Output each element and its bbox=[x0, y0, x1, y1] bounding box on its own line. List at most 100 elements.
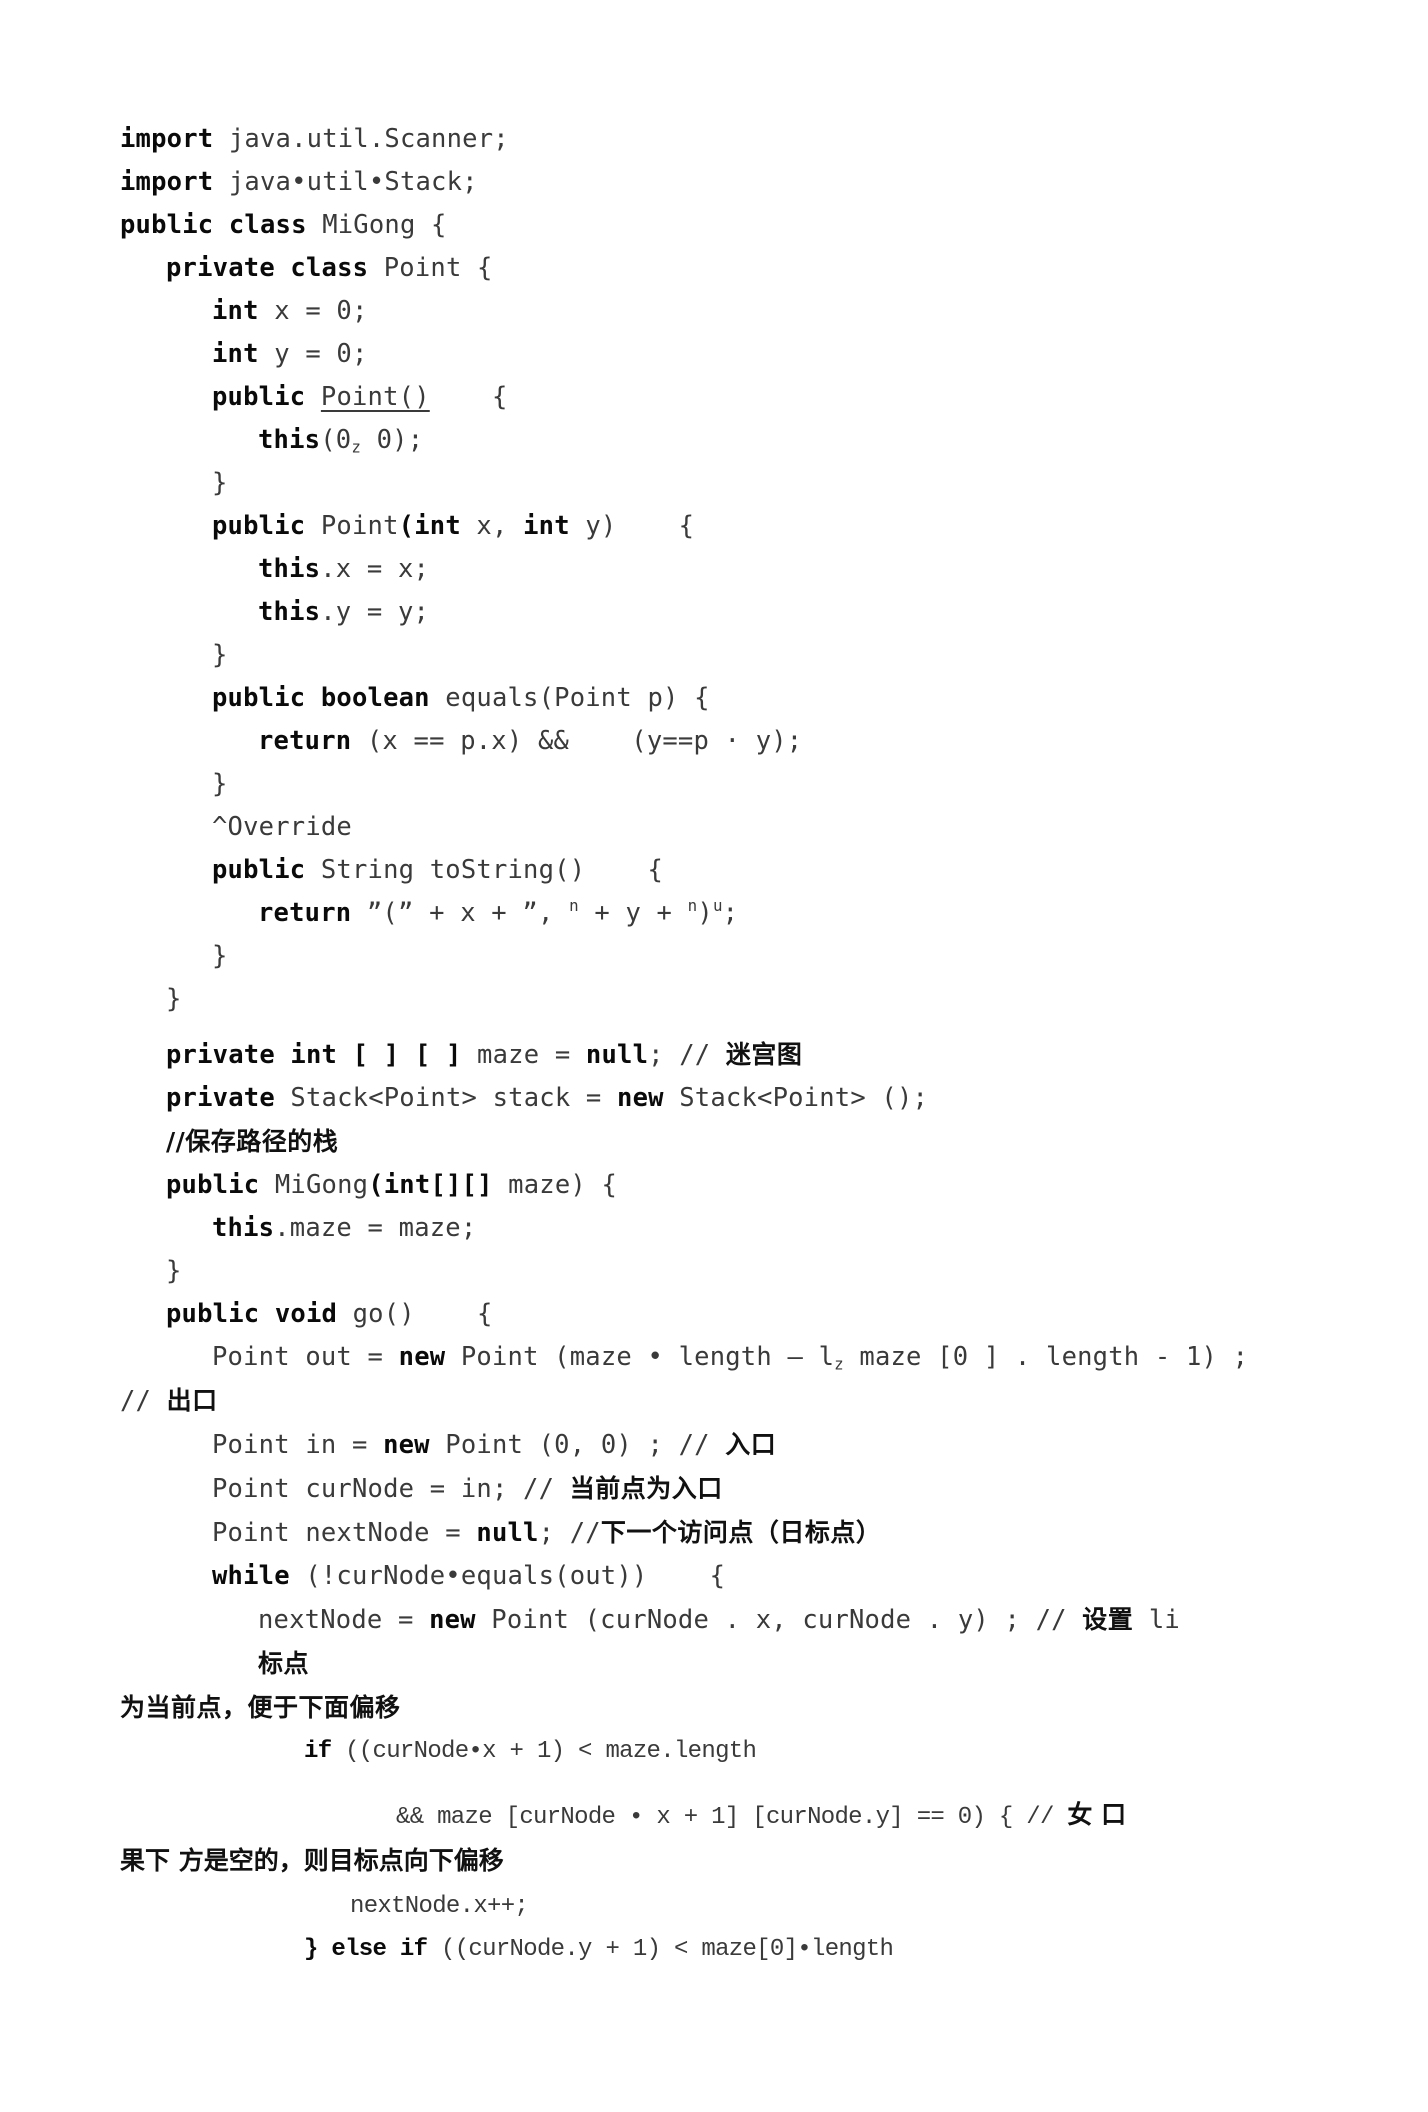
code-text: .y = y; bbox=[320, 597, 430, 627]
code-text: + y + bbox=[578, 898, 688, 928]
keyword-import: import bbox=[120, 167, 214, 197]
code-line-if-condition: if ((curNode•x + 1) < maze.length bbox=[120, 1730, 1308, 1773]
code-text: maze = bbox=[461, 1040, 586, 1070]
code-text: MiGong bbox=[259, 1170, 369, 1200]
document-page: import java.util.Scanner; import java•ut… bbox=[0, 0, 1428, 2112]
keyword-this: this bbox=[258, 554, 321, 584]
code-text: nextNode = bbox=[258, 1605, 430, 1635]
code-text: } bbox=[166, 1256, 182, 1286]
keyword-this: this bbox=[212, 1213, 275, 1243]
code-line-nextnode-x-increment: nextNode.x++; bbox=[120, 1885, 1308, 1928]
code-text: (!curNode•equals(out)) { bbox=[289, 1561, 726, 1591]
keyword-int: int bbox=[212, 339, 259, 369]
ocr-subscript-artifact: z bbox=[834, 1354, 844, 1374]
code-text: && maze [curNode • x + 1] [curNode.y] ==… bbox=[396, 1804, 1068, 1831]
code-text: nextNode.x++; bbox=[350, 1893, 529, 1920]
keyword-int: int bbox=[212, 296, 259, 326]
code-line-close-inner-class: } bbox=[120, 978, 1308, 1021]
code-text: maze) { bbox=[492, 1170, 618, 1200]
code-text: li bbox=[1133, 1605, 1180, 1635]
code-text: } bbox=[212, 468, 228, 498]
code-line-comment-path-stack: //保存路径的栈 bbox=[120, 1120, 1308, 1164]
keyword-else-if: } else if bbox=[304, 1936, 428, 1963]
code-line-nextnode-assign: nextNode = new Point (curNode . x, curNo… bbox=[120, 1598, 1308, 1642]
code-text: y) { bbox=[569, 511, 695, 541]
code-text: ; bbox=[722, 898, 739, 928]
code-text: ; // bbox=[538, 1518, 601, 1548]
code-line-comment-wrap-current-point: 为当前点，便于下面偏移 bbox=[120, 1686, 1308, 1730]
code-line-assign-this-x: this.x = x; bbox=[120, 548, 1308, 591]
code-line-comment-wrap-below-empty: 果下 方是空的，则目标点向下偏移 bbox=[120, 1839, 1308, 1885]
code-line-point-in: Point in = new Point (0, 0) ; // 入口 bbox=[120, 1423, 1308, 1467]
code-line-if-condition-continued: && maze [curNode • x + 1] [curNode.y] ==… bbox=[120, 1793, 1308, 1839]
code-text: ; // bbox=[648, 1040, 726, 1070]
code-text: Point (0, 0) ; // bbox=[429, 1430, 726, 1460]
keyword-int-array-param: (int[][] bbox=[368, 1170, 493, 1200]
code-text: String toString() { bbox=[305, 855, 664, 885]
code-text: Point (curNode . x, curNode . y) ; // bbox=[475, 1605, 1083, 1635]
code-line-comment-exit: // 出口 bbox=[120, 1379, 1308, 1423]
ocr-superscript-artifact: n bbox=[687, 896, 698, 916]
code-line-override-annotation: ^Override bbox=[120, 806, 1308, 849]
code-text: equals(Point p) { bbox=[429, 683, 710, 713]
chinese-comment-maze-map: 迷宫图 bbox=[725, 1040, 803, 1069]
code-text: ((curNode•x + 1) < maze.length bbox=[331, 1738, 757, 1765]
code-text: Point bbox=[305, 511, 399, 541]
code-text: Point in = bbox=[212, 1430, 384, 1460]
keyword-new: new bbox=[617, 1083, 664, 1113]
code-line-ctor-point-nullary: public Point() { bbox=[120, 376, 1308, 419]
keyword-null: null bbox=[585, 1040, 649, 1070]
code-line-field-stack: private Stack<Point> stack = new Stack<P… bbox=[120, 1077, 1308, 1120]
code-line-else-if: } else if ((curNode.y + 1) < maze[0]•len… bbox=[120, 1928, 1308, 1971]
code-line-ctor-migong: public MiGong(int[][] maze) { bbox=[120, 1164, 1308, 1207]
code-text: java.util.Scanner; bbox=[213, 124, 509, 154]
chinese-comment-for-current-point-offset: 为当前点，便于下面偏移 bbox=[120, 1693, 401, 1722]
code-line-this-call: this(0z 0); bbox=[120, 419, 1308, 462]
code-text: x, bbox=[460, 511, 524, 541]
code-line-assign-this-y: this.y = y; bbox=[120, 591, 1308, 634]
chinese-comment-exit: 出口 bbox=[166, 1386, 218, 1415]
code-line-ctor-point-xy: public Point(int x, int y) { bbox=[120, 505, 1308, 548]
keyword-int-param: (int bbox=[398, 511, 461, 541]
keyword-int-param2: int bbox=[523, 511, 570, 541]
code-text: Point curNode = in; // bbox=[212, 1474, 570, 1504]
keyword-public-class: public class bbox=[120, 210, 307, 240]
code-text: .maze = maze; bbox=[274, 1213, 477, 1243]
keyword-new: new bbox=[383, 1430, 430, 1460]
keyword-public: public bbox=[166, 1170, 260, 1200]
annotation-override: ^Override bbox=[212, 812, 352, 842]
chinese-comment-if-fragment: 女 口 bbox=[1067, 1800, 1127, 1829]
code-line-close-brace: } bbox=[120, 634, 1308, 677]
code-line-field-x: int x = 0; bbox=[120, 290, 1308, 333]
code-text: Point { bbox=[368, 253, 493, 283]
code-line-class-decl: public class MiGong { bbox=[120, 204, 1308, 247]
code-line-close-brace: } bbox=[120, 935, 1308, 978]
chinese-comment-current-is-entrance: 当前点为入口 bbox=[569, 1474, 723, 1503]
code-text: MiGong { bbox=[306, 210, 447, 240]
keyword-new: new bbox=[398, 1342, 446, 1372]
code-text: } bbox=[212, 769, 228, 799]
ocr-superscript-artifact: n bbox=[569, 896, 579, 916]
code-line-inner-class-point: private class Point { bbox=[120, 247, 1308, 290]
keyword-new: new bbox=[429, 1605, 476, 1635]
code-text: } bbox=[166, 984, 182, 1014]
keyword-import: import bbox=[120, 124, 214, 154]
code-text: go() { bbox=[337, 1299, 493, 1329]
code-text: x = 0; bbox=[258, 296, 368, 326]
code-text: 0); bbox=[361, 425, 424, 455]
code-line-tostring-return: return ”(” + x + ”, n + y + n)u; bbox=[120, 892, 1308, 935]
keyword-while: while bbox=[212, 1561, 290, 1591]
code-text: // bbox=[120, 1386, 167, 1416]
chinese-comment-next-visit-point: 下一个访问点（日标点） bbox=[600, 1518, 882, 1547]
code-line-nextnode: Point nextNode = null; //下一个访问点（日标点） bbox=[120, 1511, 1308, 1555]
code-text: Point out = bbox=[212, 1342, 399, 1372]
code-text: } bbox=[212, 941, 228, 971]
code-text: ((curNode.y + 1) < maze[0]•length bbox=[427, 1936, 894, 1963]
code-line-tostring-method: public String toString() { bbox=[120, 849, 1308, 892]
ocr-subscript-artifact: z bbox=[351, 437, 362, 457]
keyword-public: public bbox=[212, 382, 306, 412]
code-text: } bbox=[212, 640, 228, 670]
code-line-go-method: public void go() { bbox=[120, 1293, 1308, 1336]
code-text: .x = x; bbox=[320, 554, 430, 584]
code-text: java•util•Stack; bbox=[213, 167, 478, 197]
